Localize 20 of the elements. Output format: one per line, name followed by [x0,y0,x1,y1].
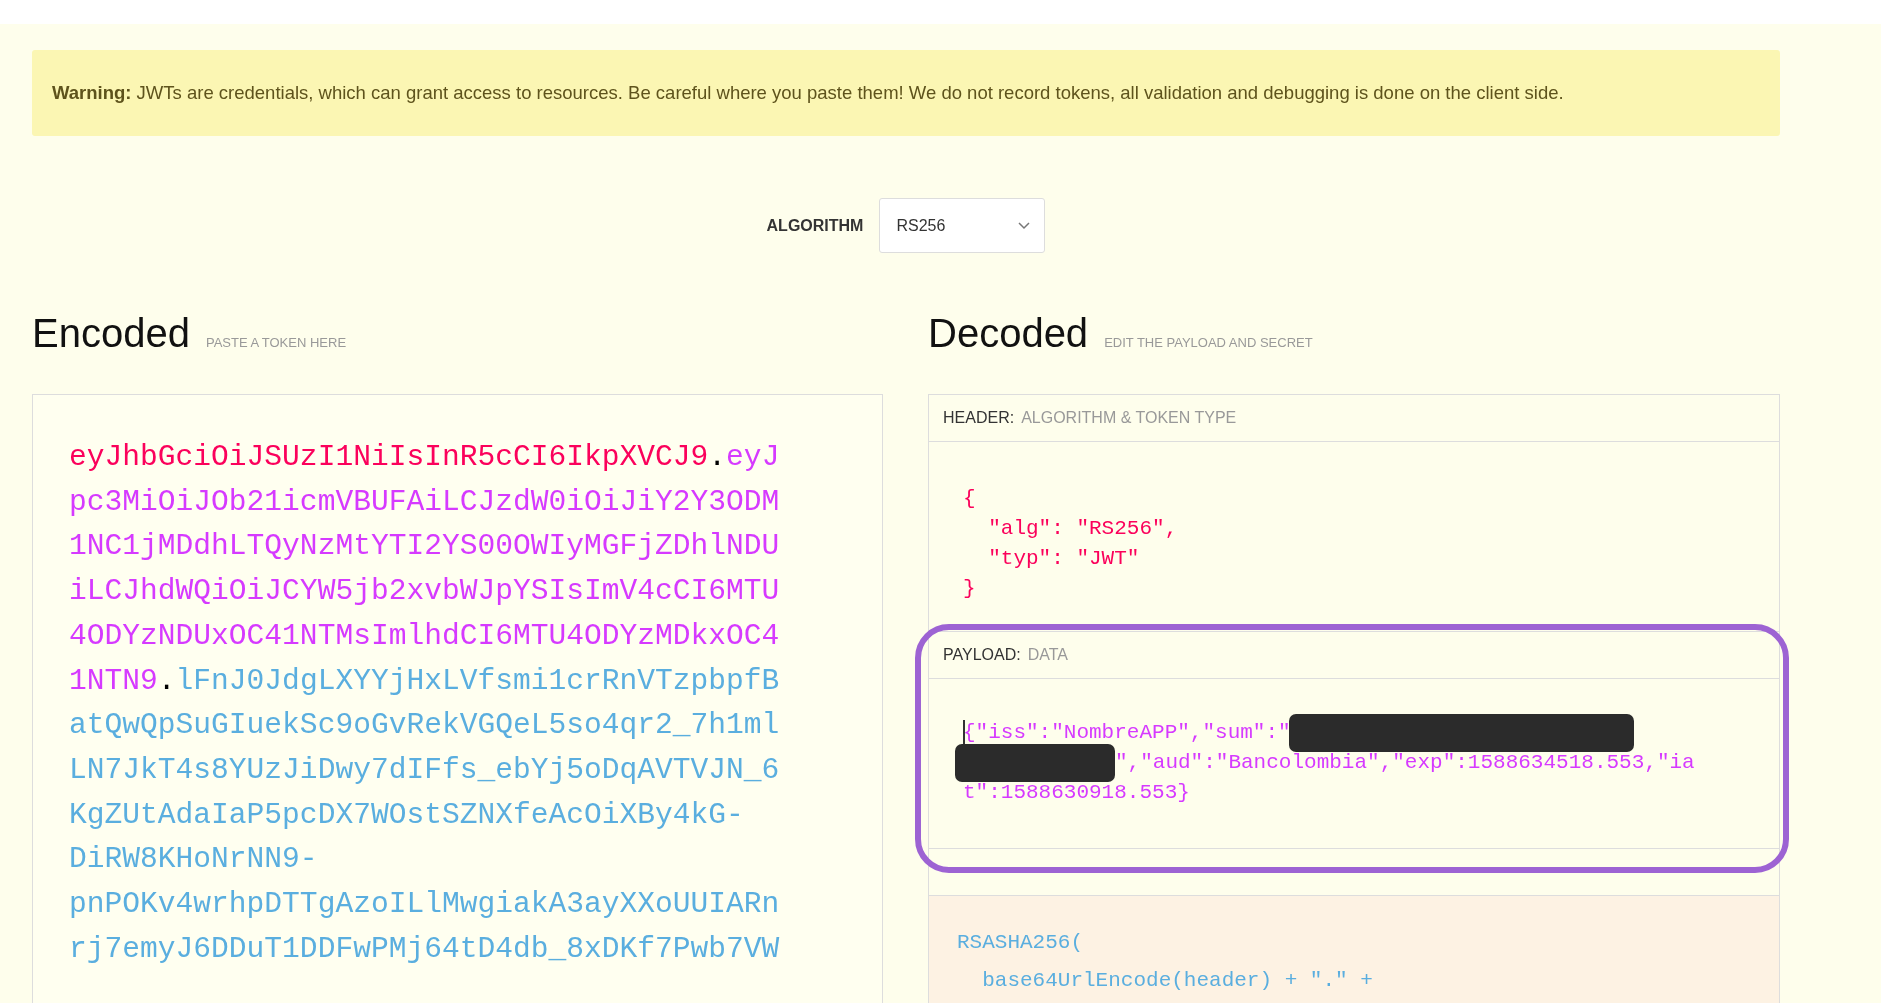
algorithm-select[interactable]: RS256 [879,198,1046,253]
section-sublabel: ALGORITHM & TOKEN TYPE [1021,409,1237,427]
encoded-token-field[interactable]: eyJhbGciOiJSUzI1NiIsInR5cCI6IkpXVCJ9.eyJ pc3MiOiJOb21icmVBUFAiLCJzdW0iOiJiY2Y3ODM 1NC1jMDdhLTQyNzMtYTI2YS00OWIyMGFjZDhlNDU iLCJhdWQiOiJCYW5jb2xvbWJpYSIsImV4cCI6MTU 4ODYzNDUxOC41NTMsImlhdCI6MTU4ODYzMDkxOC4 1NTN9.lFnJ0JdgLXYYjHxLVfsmi1crRnVTzpbpfB atQwQpSuGIuekSc9oGvRekVGQeL5so4qr2_7h1ml LN7JkT4s8YUzJiDwy7dIFfs_ebYj5oDqAVTVJN_6 KgZUtAdaIaP5pcDX7WOstSZNXfeAcOiXBy4kG- DiRW8KHoNrNN9- pnPOKv4wrhpDTTgAzoILlMwgiakA3ayXXoUUIARn rj7emyJ6DDuT1DDFwPMj64tD4db_8xDKf7Pwb7VW [32,394,883,1003]
payload-json-text[interactable]: ","aud":"Bancolombia","exp":1588634518.553,"ia [1115,748,1695,778]
decoded-hint: EDIT THE PAYLOAD AND SECRET [1104,335,1313,350]
signature-code-line: base64UrlEncode(header) + "." + [981,968,1374,994]
algorithm-label: ALGORITHM [766,216,864,235]
section-label: HEADER: [943,409,1015,427]
encoded-hint: PASTE A TOKEN HERE [205,335,347,350]
header-json[interactable]: { "alg": "RS256", "typ": "JWT" } [929,442,1779,632]
section-label: PAYLOAD: [943,646,1021,664]
section-sublabel: DATA [1027,646,1068,664]
payload-json-text[interactable]: t":1588630918.553} [963,778,1190,808]
encoded-heading: Encoded [32,311,190,356]
chevron-down-icon [1018,221,1031,230]
text-cursor [963,720,965,746]
decoded-heading: Decoded [928,311,1089,356]
signature-code-line: RSASHA256( [957,930,1085,956]
warning-message: Warning: JWTs are credentials, which can grant access to resources. Be careful where you paste them! We do not record tokens, all validation and debugging is done on the client side. [32,50,1780,136]
payload-json-text[interactable]: {"iss":"NombreAPP","sum":" [963,718,1291,748]
